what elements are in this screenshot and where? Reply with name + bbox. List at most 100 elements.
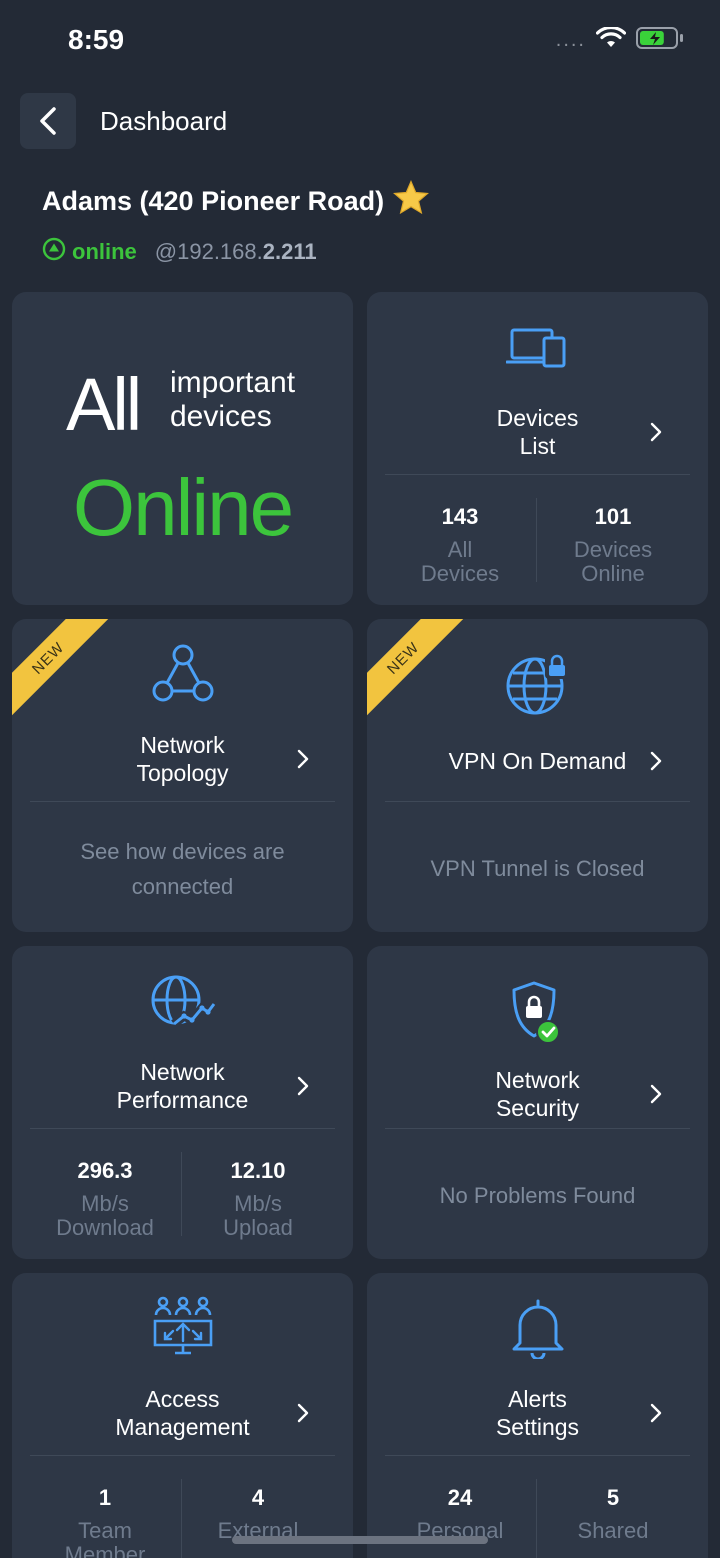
shield-lock-icon: [512, 981, 560, 1044]
stat-label: Member: [64, 1542, 146, 1558]
stat-external: 4 External: [183, 1485, 333, 1543]
favorite-star-icon[interactable]: [392, 179, 430, 223]
stat-value: 5: [606, 1485, 620, 1510]
ip-suffix: 2.211: [262, 239, 317, 264]
chevron-left-icon: [40, 107, 56, 135]
back-button[interactable]: [20, 93, 76, 149]
chevron-right-icon: [297, 1076, 309, 1096]
topology-title-1: Network: [140, 732, 225, 758]
hero-online: Online: [72, 463, 294, 552]
divider: [385, 474, 690, 475]
hero-all: All: [66, 363, 142, 446]
devices-icon-wrap: [367, 326, 708, 370]
stat-label: Team: [78, 1518, 132, 1543]
alerts-icon-wrap: [367, 1297, 708, 1359]
topology-title-row: Network Topology: [12, 731, 353, 787]
divider: [385, 1128, 690, 1129]
vpn-title-row: VPN On Demand: [367, 747, 708, 775]
hero-important: important: [170, 366, 296, 399]
page-title: Dashboard: [100, 105, 228, 136]
network-topology-card[interactable]: NEW Network Topology See how devices are…: [12, 619, 353, 932]
vpn-icon-wrap: [367, 651, 708, 717]
stat-download: 296.3 Mb/s Download: [30, 1158, 180, 1240]
stat-label: Upload: [223, 1215, 293, 1240]
status-time: 8:59: [68, 24, 125, 55]
performance-icon-wrap: [12, 974, 353, 1030]
topology-icon-wrap: [12, 643, 353, 705]
stat-value: 24: [447, 1485, 473, 1510]
alerts-title-2: Settings: [495, 1414, 580, 1440]
stat-devices-online: 101 Devices Online: [538, 504, 688, 586]
battery-icon: [636, 26, 684, 55]
stat-personal: 24 Personal: [385, 1485, 535, 1543]
topology-desc-2: connected: [131, 874, 234, 899]
access-management-card[interactable]: Access Management 1 Team Member 4 Extern…: [12, 1273, 353, 1558]
performance-title-row: Network Performance: [12, 1058, 353, 1114]
site-status: online @192.168.2.211: [42, 237, 430, 267]
stat-label: Download: [56, 1215, 154, 1240]
stat-value: 296.3: [77, 1158, 133, 1183]
site-name: Adams (420 Pioneer Road): [42, 186, 385, 216]
security-description: No Problems Found: [439, 1183, 636, 1208]
alerts-settings-title: Alerts Settings: [496, 1385, 579, 1441]
stat-all-devices: 143 All Devices: [385, 504, 535, 586]
security-title-2: Security: [495, 1095, 580, 1121]
topology-desc-1: See how devices are: [80, 839, 285, 864]
network-topology-icon: [152, 644, 213, 702]
ip-address: @192.168.2.211: [155, 239, 317, 265]
alerts-settings-card[interactable]: Alerts Settings 24 Personal 5 Shared: [367, 1273, 708, 1558]
devices-list-title-row: Devices List: [367, 404, 708, 460]
vertical-divider: [536, 1479, 537, 1558]
devices-list-card[interactable]: Devices List 143 All Devices 101 Devices…: [367, 292, 708, 605]
vertical-divider: [536, 498, 537, 582]
stat-value: 143: [441, 504, 479, 529]
stat-label: Mb/s: [81, 1191, 129, 1216]
stat-label: All: [447, 537, 473, 562]
header: Dashboard: [20, 92, 227, 150]
security-icon-wrap: [367, 980, 708, 1046]
stat-value: 101: [594, 504, 632, 529]
network-performance-card[interactable]: Network Performance 296.3 Mb/s Download …: [12, 946, 353, 1259]
security-title-row: Network Security: [367, 1066, 708, 1122]
ip-prefix: @192.168.: [154, 239, 263, 264]
stat-label: Devices: [573, 537, 653, 562]
chevron-right-icon: [650, 422, 662, 442]
signal-icon: ....: [555, 29, 586, 51]
performance-title-2: Performance: [116, 1087, 249, 1113]
access-management-icon: [153, 1296, 212, 1355]
access-title-2: Management: [115, 1414, 250, 1440]
status-icons: ....: [556, 26, 684, 55]
stat-upload: 12.10 Mb/s Upload: [183, 1158, 333, 1240]
network-security-title: Network Security: [495, 1066, 579, 1122]
topology-title-2: Topology: [136, 760, 229, 786]
access-title-row: Access Management: [12, 1385, 353, 1441]
chevron-right-icon: [650, 1084, 662, 1104]
vpn-on-demand-card[interactable]: NEW VPN On Demand VPN Tunnel is Closed: [367, 619, 708, 932]
topology-description: See how devices are connected: [12, 834, 353, 904]
vertical-divider: [181, 1152, 182, 1236]
network-security-card[interactable]: Network Security No Problems Found: [367, 946, 708, 1259]
alerts-title-row: Alerts Settings: [367, 1385, 708, 1441]
stat-value: 1: [98, 1485, 112, 1510]
vpn-description: VPN Tunnel is Closed: [430, 856, 645, 881]
online-status-label: online: [72, 239, 137, 264]
network-performance-icon: [151, 975, 216, 1028]
status-bar: 8:59 ....: [0, 0, 720, 80]
alerts-title-1: Alerts: [508, 1386, 567, 1412]
stat-label: Online: [581, 561, 645, 586]
divider: [385, 801, 690, 802]
divider: [30, 1128, 335, 1129]
stat-label: Mb/s: [234, 1191, 282, 1216]
online-icon: [42, 237, 66, 267]
home-indicator[interactable]: [232, 1536, 488, 1544]
bell-icon: [512, 1299, 563, 1359]
network-performance-title: Network Performance: [117, 1058, 249, 1114]
devices-icon: [505, 328, 565, 368]
stat-value: 4: [251, 1485, 265, 1510]
hero-devices: devices: [170, 400, 272, 433]
chevron-right-icon: [297, 1403, 309, 1423]
site-info: Adams (420 Pioneer Road) online @192.168…: [42, 179, 430, 267]
security-title-1: Network: [495, 1067, 580, 1093]
chevron-right-icon: [297, 749, 309, 769]
devices-list-title: Devices List: [497, 404, 579, 460]
